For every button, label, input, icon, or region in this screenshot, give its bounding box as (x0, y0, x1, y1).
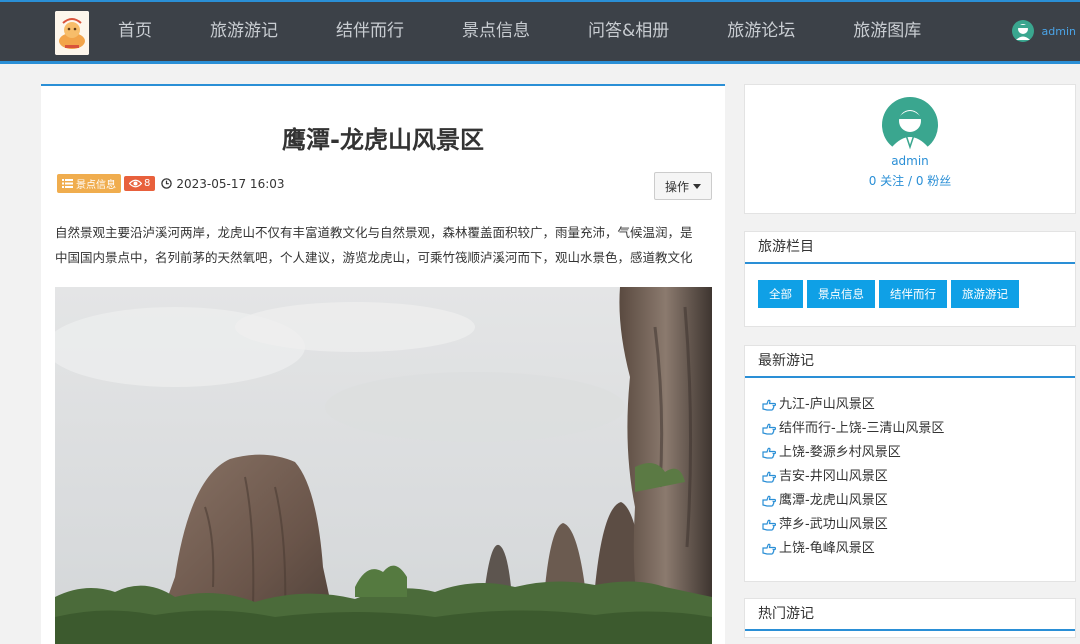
eye-icon (129, 179, 142, 188)
hand-point-right-icon (762, 471, 776, 483)
list-item[interactable]: 结伴而行-上饶-三清山风景区 (762, 421, 944, 445)
newest-notes-card: 最新游记 九江-庐山风景区 结伴而行-上饶-三清山风景区 上饶-婺源乡村风景区 … (744, 345, 1076, 582)
nav-item-home[interactable]: 首页 (100, 2, 170, 61)
nav-item-attractions[interactable]: 景点信息 (444, 2, 548, 61)
nav-item-companion[interactable]: 结伴而行 (318, 2, 422, 61)
category-label: 景点信息 (76, 180, 116, 191)
nav-item-travel-notes[interactable]: 旅游游记 (192, 2, 296, 61)
article-meta: 景点信息 8 2023-05-17 16:03 (57, 174, 285, 193)
user-avatar-icon (1011, 20, 1034, 42)
hot-notes-card: 热门游记 (744, 598, 1076, 638)
category-badge[interactable]: 景点信息 (57, 174, 121, 193)
clock-icon (161, 178, 173, 189)
publish-date-text: 2023-05-17 16:03 (176, 176, 285, 191)
category-button-travel-notes[interactable]: 旅游游记 (951, 280, 1019, 308)
hand-point-right-icon (762, 519, 776, 531)
hot-card-title: 热门游记 (745, 599, 1075, 631)
article-paragraph-line: 自然景观主要沿泸溪河两岸，龙虎山不仅有丰富道教文化与自然景观，森林覆盖面积较广，… (55, 225, 693, 240)
category-button-companion[interactable]: 结伴而行 (879, 280, 947, 308)
scenery-photo (55, 287, 712, 644)
logo-icon (55, 11, 89, 55)
nav-username[interactable]: admin (1042, 25, 1076, 38)
category-button-all[interactable]: 全部 (758, 280, 803, 308)
hand-point-right-icon (762, 543, 776, 555)
newest-list: 九江-庐山风景区 结伴而行-上饶-三清山风景区 上饶-婺源乡村风景区 吉安-井冈… (762, 397, 944, 565)
caret-down-icon (693, 183, 701, 189)
profile-card: admin 0 关注 / 0 粉丝 (744, 84, 1076, 214)
article-card: 鹰潭-龙虎山风景区 景点信息 8 2023-05-17 16:03 操作 自然景… (41, 84, 725, 644)
article-paragraph-line: 中国国内景点中，名列前茅的天然氧吧，个人建议，游览龙虎山，可乘竹筏顺泸溪河而下，… (55, 250, 693, 265)
operation-dropdown-button[interactable]: 操作 (654, 172, 712, 200)
list-item[interactable]: 九江-庐山风景区 (762, 397, 944, 421)
category-card: 旅游栏目 全部 景点信息 结伴而行 旅游游记 (744, 231, 1076, 327)
article-title: 鹰潭-龙虎山风景区 (282, 126, 484, 154)
category-card-title: 旅游栏目 (745, 232, 1075, 264)
views-count: 8 (144, 178, 151, 189)
article-body: 自然景观主要沿泸溪河两岸，龙虎山不仅有丰富道教文化与自然景观，森林覆盖面积较广，… (55, 220, 711, 270)
newest-item-title[interactable]: 吉安-井冈山风景区 (779, 469, 888, 485)
list-item[interactable]: 鹰潭-龙虎山风景区 (762, 493, 944, 517)
list-item[interactable]: 吉安-井冈山风景区 (762, 469, 944, 493)
category-buttons: 全部 景点信息 结伴而行 旅游游记 (758, 280, 1023, 308)
newest-item-title[interactable]: 萍乡-武功山风景区 (779, 517, 888, 533)
list-item[interactable]: 上饶-龟峰风景区 (762, 541, 944, 565)
hand-point-right-icon (762, 447, 776, 459)
newest-item-title[interactable]: 九江-庐山风景区 (779, 397, 875, 413)
follow-stats[interactable]: 0 关注 / 0 粉丝 (745, 172, 1075, 189)
profile-avatar-icon[interactable] (882, 97, 938, 153)
list-icon (62, 179, 73, 188)
nav-menu: 首页 旅游游记 结伴而行 景点信息 问答&相册 旅游论坛 旅游图库 (100, 2, 961, 61)
list-item[interactable]: 上饶-婺源乡村风景区 (762, 445, 944, 469)
newest-item-title[interactable]: 鹰潭-龙虎山风景区 (779, 493, 888, 509)
list-item[interactable]: 萍乡-武功山风景区 (762, 517, 944, 541)
hand-point-right-icon (762, 399, 776, 411)
nav-item-forum[interactable]: 旅游论坛 (709, 2, 813, 61)
category-button-attractions[interactable]: 景点信息 (807, 280, 875, 308)
newest-item-title[interactable]: 上饶-龟峰风景区 (779, 541, 875, 557)
newest-item-title[interactable]: 结伴而行-上饶-三清山风景区 (779, 421, 944, 437)
hand-point-right-icon (762, 423, 776, 435)
views-badge: 8 (124, 176, 156, 191)
publish-date: 2023-05-17 16:03 (161, 176, 285, 191)
nav-item-gallery[interactable]: 旅游图库 (835, 2, 939, 61)
hand-point-right-icon (762, 495, 776, 507)
nav-user-menu[interactable]: admin (1011, 20, 1076, 42)
newest-card-title: 最新游记 (745, 346, 1075, 378)
newest-item-title[interactable]: 上饶-婺源乡村风景区 (779, 445, 901, 461)
operation-label: 操作 (664, 179, 689, 194)
nav-item-qa-album[interactable]: 问答&相册 (570, 2, 687, 61)
profile-username[interactable]: admin (745, 154, 1075, 168)
top-navbar: 首页 旅游游记 结伴而行 景点信息 问答&相册 旅游论坛 旅游图库 admin (0, 0, 1080, 64)
site-logo[interactable] (55, 11, 89, 55)
